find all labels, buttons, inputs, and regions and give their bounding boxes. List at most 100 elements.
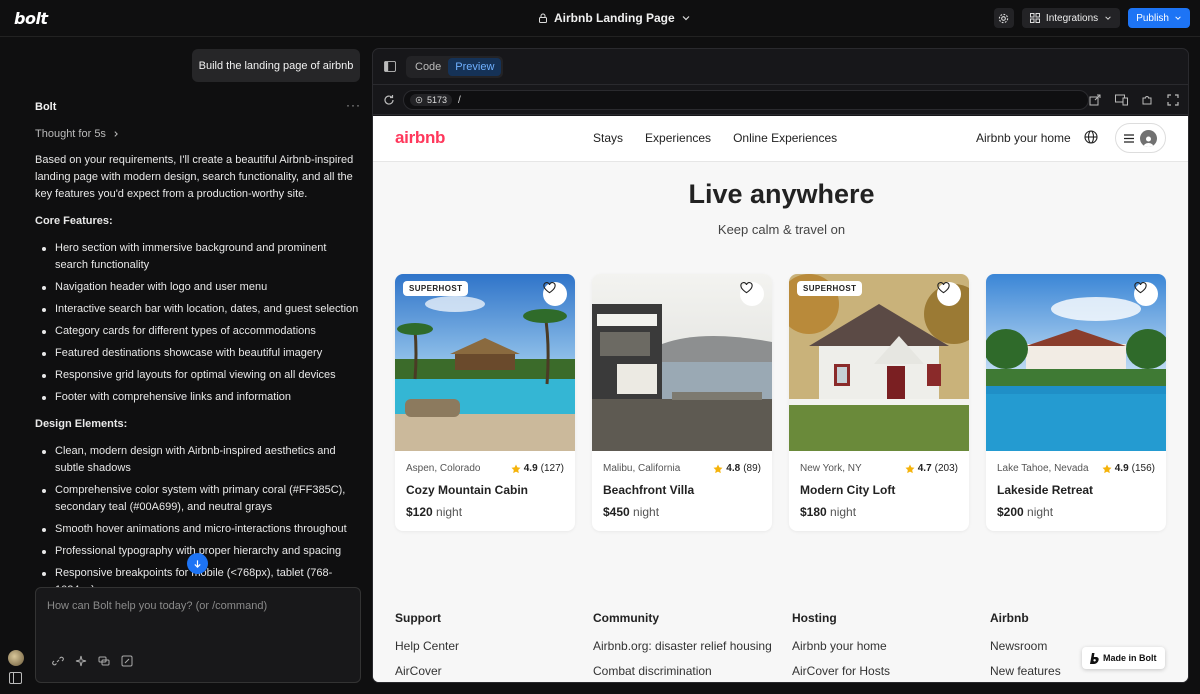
integrations-button[interactable]: Integrations: [1021, 8, 1121, 28]
open-new-tab-button[interactable]: [1088, 93, 1102, 107]
price-value: $450: [603, 505, 630, 519]
footer-link[interactable]: Combat discrimination: [593, 664, 772, 678]
list-item: Featured destinations showcase with beau…: [35, 345, 360, 362]
footer-link[interactable]: New features: [990, 664, 1061, 678]
favorite-button[interactable]: [740, 282, 764, 306]
footer-link[interactable]: AirCover: [395, 664, 459, 678]
footer-link[interactable]: Help Center: [395, 639, 459, 653]
heart-icon: [1134, 282, 1147, 294]
enhance-prompt-button[interactable]: [74, 654, 87, 667]
listing-title: Modern City Loft: [800, 483, 896, 497]
select-element-button[interactable]: [120, 654, 133, 667]
listing-card[interactable]: Malibu, California 4.8 (89) Beachfront V…: [592, 274, 772, 531]
rating-value: 4.7: [917, 463, 932, 474]
site-header: airbnb Stays Experiences Online Experien…: [373, 116, 1188, 162]
preview-tab-bar: Code Preview: [373, 49, 1188, 85]
settings-button[interactable]: [993, 8, 1014, 28]
broadcast-icon: [415, 96, 423, 104]
footer-link[interactable]: AirCover for Hosts: [792, 664, 890, 678]
link-icon: [51, 656, 64, 665]
list-item: Hero section with immersive background a…: [35, 240, 360, 274]
listing-price: $180 night: [800, 505, 856, 519]
listing-card[interactable]: SUPERHOST Aspen, Colorado 4.9 (127) Cozy…: [395, 274, 575, 531]
inspect-button[interactable]: [1140, 93, 1154, 107]
device-toggle-button[interactable]: [1114, 93, 1128, 107]
assistant-message: Based on your requirements, I'll create …: [35, 152, 360, 609]
url-field[interactable]: 5173 /: [403, 90, 1089, 110]
chevron-right-icon: [114, 131, 118, 137]
reload-icon: [384, 95, 394, 105]
publish-label: Publish: [1136, 12, 1169, 24]
menu-icon: [1124, 133, 1134, 143]
review-count: (156): [1131, 463, 1155, 474]
sidebar-icon: [9, 672, 22, 684]
listing-grid: SUPERHOST Aspen, Colorado 4.9 (127) Cozy…: [395, 274, 1166, 531]
panel-toggle-button[interactable]: [384, 61, 396, 75]
url-path: /: [458, 94, 461, 106]
footer-link[interactable]: Newsroom: [990, 639, 1061, 653]
review-count: (89): [743, 463, 761, 474]
review-count: (203): [934, 463, 958, 474]
favorite-button[interactable]: [1134, 282, 1158, 306]
reload-button[interactable]: [383, 94, 395, 109]
user-avatar[interactable]: [8, 650, 24, 666]
thought-toggle[interactable]: Thought for 5s: [35, 128, 120, 140]
listing-rating: 4.8 (89): [713, 463, 761, 474]
rating-value: 4.9: [1114, 463, 1129, 474]
discuss-button[interactable]: [97, 654, 110, 667]
price-value: $180: [800, 505, 827, 519]
listing-title: Lakeside Retreat: [997, 483, 1094, 497]
tab-preview[interactable]: Preview: [448, 58, 502, 76]
listing-location: Aspen, Colorado: [406, 463, 481, 474]
language-button[interactable]: [1084, 130, 1098, 147]
lock-icon: [539, 13, 547, 23]
tab-code[interactable]: Code: [408, 58, 448, 76]
port-badge[interactable]: 5173: [410, 94, 453, 106]
favorite-button[interactable]: [937, 282, 961, 306]
star-icon: [1102, 464, 1112, 473]
favorite-button[interactable]: [543, 282, 567, 306]
nav-experiences[interactable]: Experiences: [645, 131, 711, 145]
user-menu-button[interactable]: [1115, 123, 1166, 153]
fullscreen-button[interactable]: [1166, 93, 1180, 107]
star-icon: [511, 464, 521, 473]
airbnb-logo[interactable]: airbnb: [395, 128, 445, 148]
project-title-dropdown[interactable]: Airbnb Landing Page: [538, 11, 691, 25]
rating-value: 4.8: [726, 463, 741, 474]
price-unit: night: [436, 505, 463, 519]
footer-heading: Airbnb: [990, 611, 1029, 625]
price-unit: night: [633, 505, 660, 519]
site-nav: Stays Experiences Online Experiences: [593, 131, 837, 145]
made-in-bolt-badge[interactable]: Made in Bolt: [1082, 647, 1165, 669]
thought-label: Thought for 5s: [35, 128, 106, 140]
attach-link-button[interactable]: [51, 654, 64, 667]
publish-button[interactable]: Publish: [1128, 8, 1190, 28]
listing-card[interactable]: Lake Tahoe, Nevada 4.9 (156) Lakeside Re…: [986, 274, 1166, 531]
globe-icon: [1084, 130, 1098, 144]
sidebar-toggle-button[interactable]: [9, 672, 22, 687]
chevron-down-icon: [1175, 16, 1181, 20]
scroll-to-bottom-button[interactable]: [187, 553, 208, 574]
listing-title: Beachfront Villa: [603, 483, 695, 497]
star-icon: [713, 464, 723, 473]
bolt-logo[interactable]: bolt: [14, 9, 48, 28]
devices-icon: [1114, 94, 1128, 106]
message-more-button[interactable]: ···: [346, 98, 361, 112]
price-value: $120: [406, 505, 433, 519]
profile-avatar: [1140, 129, 1157, 147]
grid-icon: [1029, 13, 1040, 23]
star-icon: [905, 464, 915, 473]
top-bar: bolt Airbnb Landing Page Integrations Pu…: [0, 0, 1200, 37]
nav-stays[interactable]: Stays: [593, 131, 623, 145]
footer-link[interactable]: Airbnb.org: disaster relief housing: [593, 639, 772, 653]
listing-price: $450 night: [603, 505, 659, 519]
listing-card[interactable]: SUPERHOST New York, NY 4.7 (203) Modern …: [789, 274, 969, 531]
nav-online-experiences[interactable]: Online Experiences: [733, 131, 837, 145]
chat-input[interactable]: [47, 600, 347, 640]
external-link-icon: [1089, 94, 1101, 106]
heart-icon: [740, 282, 753, 294]
footer-link[interactable]: Airbnb your home: [792, 639, 890, 653]
listing-title: Cozy Mountain Cabin: [406, 483, 528, 497]
price-unit: night: [1027, 505, 1054, 519]
host-link[interactable]: Airbnb your home: [976, 131, 1071, 145]
